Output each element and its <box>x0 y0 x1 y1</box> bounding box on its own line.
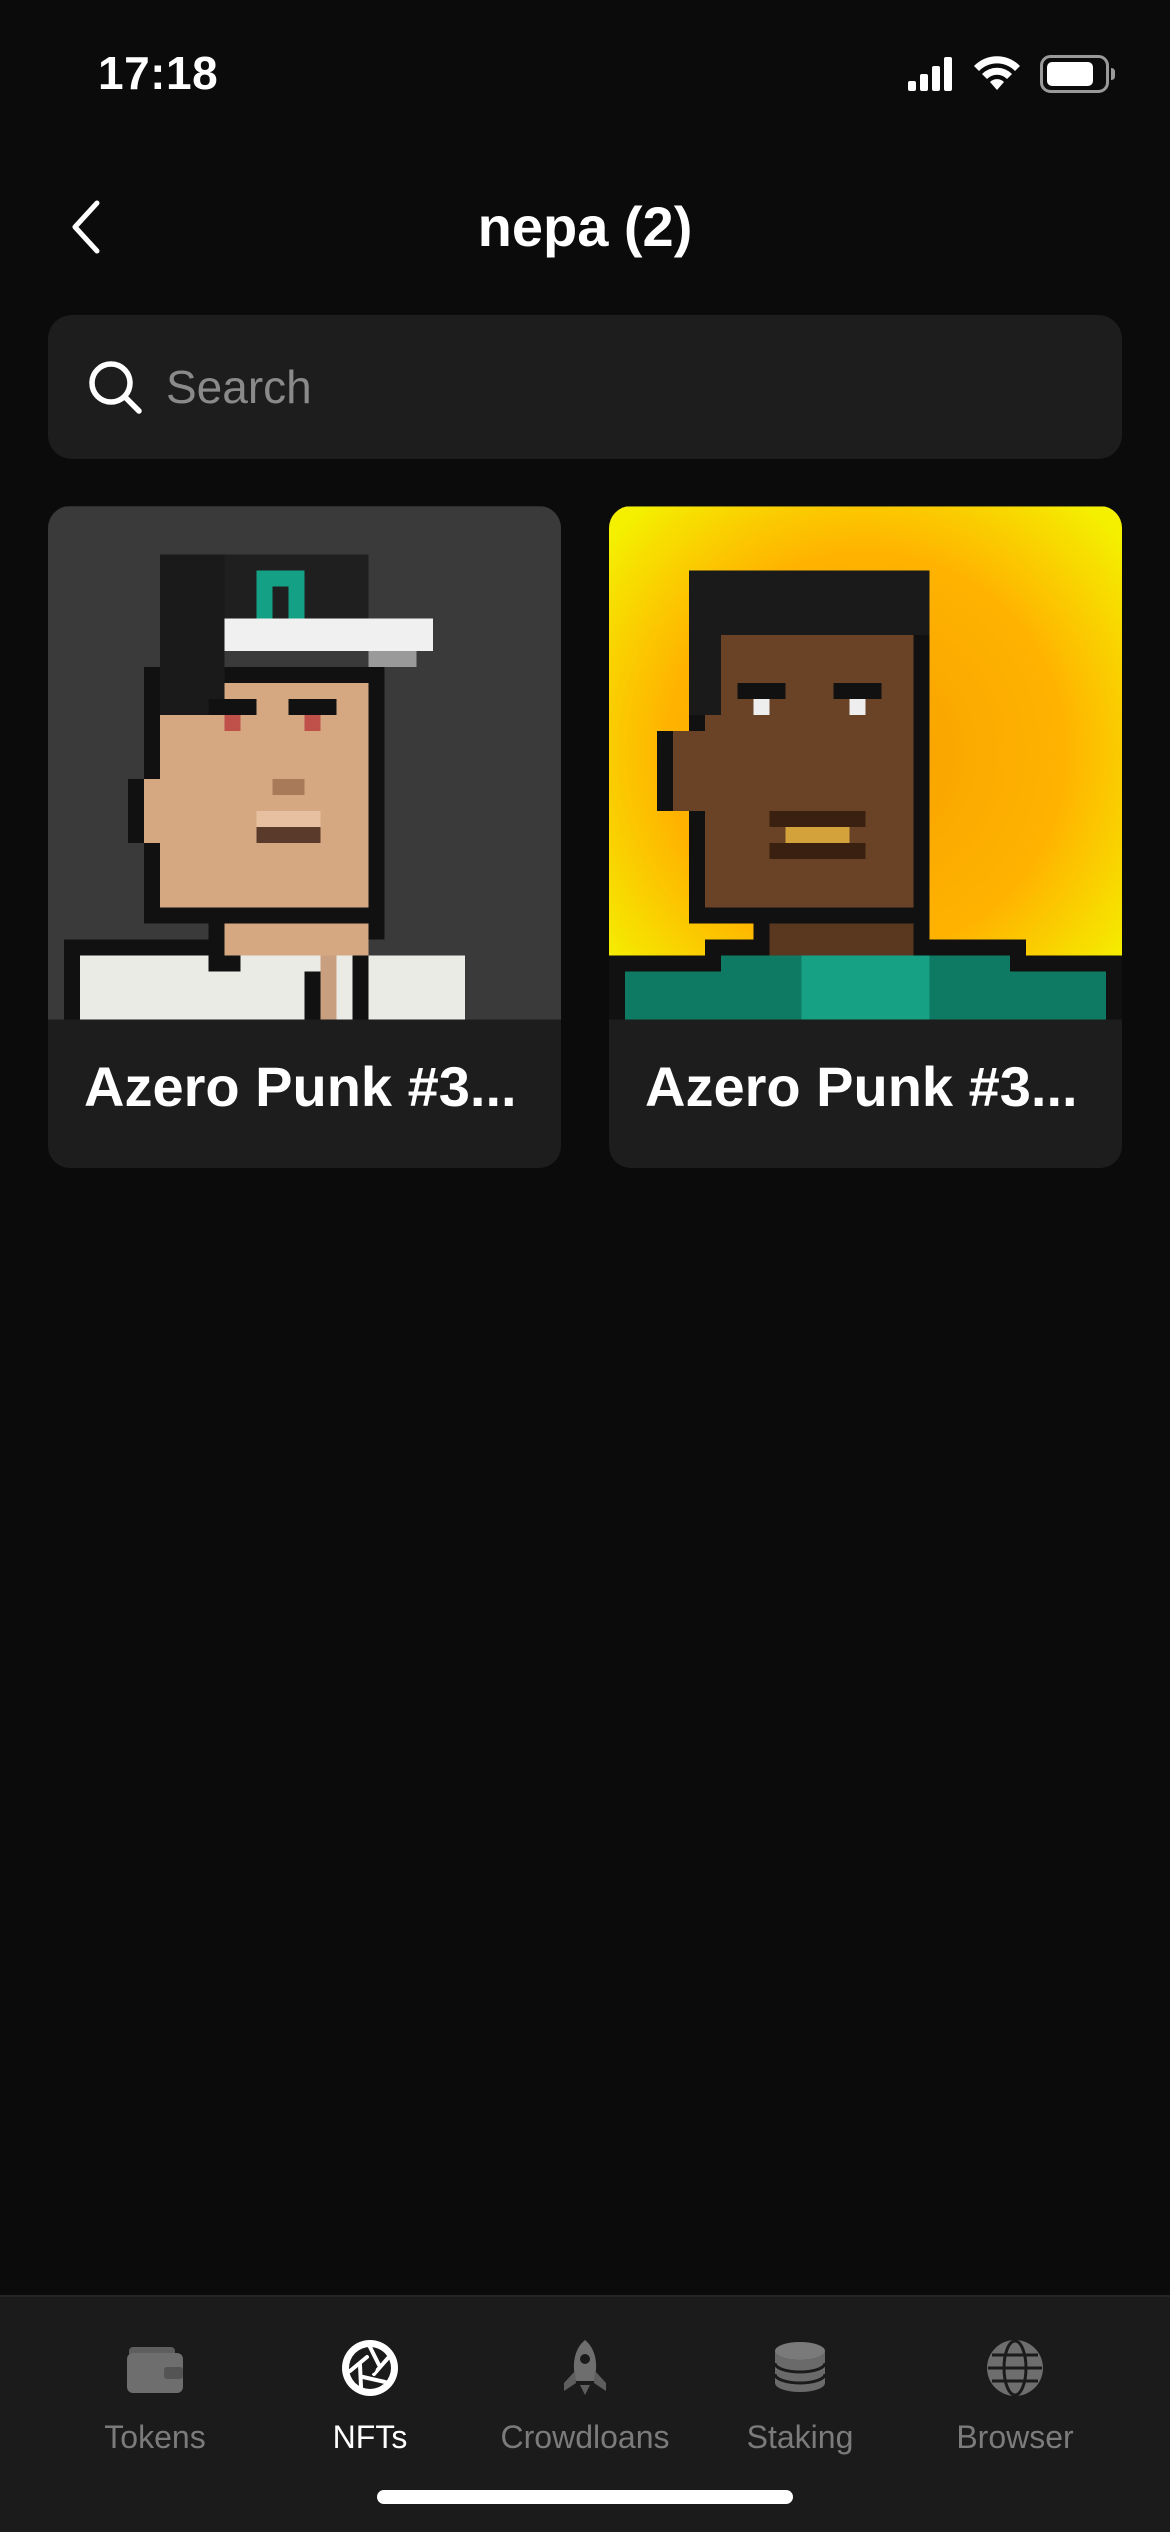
nft-image-punk-white-cap <box>48 506 561 1020</box>
status-bar: 17:18 <box>0 0 1170 150</box>
home-indicator <box>377 2490 793 2504</box>
header: nepa (2) <box>0 170 1170 280</box>
tab-tokens[interactable]: Tokens <box>45 2337 265 2477</box>
tab-label: NFTs <box>332 2419 408 2455</box>
nft-image-punk-gold-tooth <box>609 506 1122 1020</box>
tab-crowdloans[interactable]: Crowdloans <box>475 2337 695 2477</box>
tab-label: Crowdloans <box>500 2419 670 2455</box>
search-input[interactable] <box>166 315 1122 459</box>
tab-label: Browser <box>956 2419 1074 2455</box>
tab-label: Staking <box>746 2419 854 2455</box>
globe-icon <box>987 2339 1043 2397</box>
nft-name: Azero Punk #3... <box>84 1055 517 1118</box>
search-icon <box>89 361 142 414</box>
nft-card[interactable]: Azero Punk #3... <box>609 506 1122 1168</box>
rocket-icon <box>564 2340 606 2395</box>
nft-card[interactable]: Azero Punk #3... <box>48 506 561 1168</box>
aperture-icon <box>342 2340 398 2396</box>
battery-icon <box>1040 55 1115 93</box>
wallet-icon <box>127 2347 183 2393</box>
tab-staking[interactable]: Staking <box>690 2337 910 2477</box>
wifi-icon <box>974 56 1020 90</box>
page-title: nepa (2) <box>477 195 693 258</box>
status-icons <box>908 52 1116 96</box>
cellular-signal-icon <box>908 57 952 91</box>
search-bar[interactable] <box>48 315 1122 459</box>
nft-name: Azero Punk #3... <box>645 1055 1078 1118</box>
nft-collection-screen: 17:18 nepa (2) Search Azero Punk #3... A… <box>0 0 1170 2532</box>
tab-browser[interactable]: Browser <box>905 2337 1125 2477</box>
coin-stack-icon <box>773 2342 827 2392</box>
status-time: 17:18 <box>98 47 219 99</box>
tab-label: Tokens <box>104 2419 206 2455</box>
tab-nfts[interactable]: NFTs <box>260 2337 480 2477</box>
